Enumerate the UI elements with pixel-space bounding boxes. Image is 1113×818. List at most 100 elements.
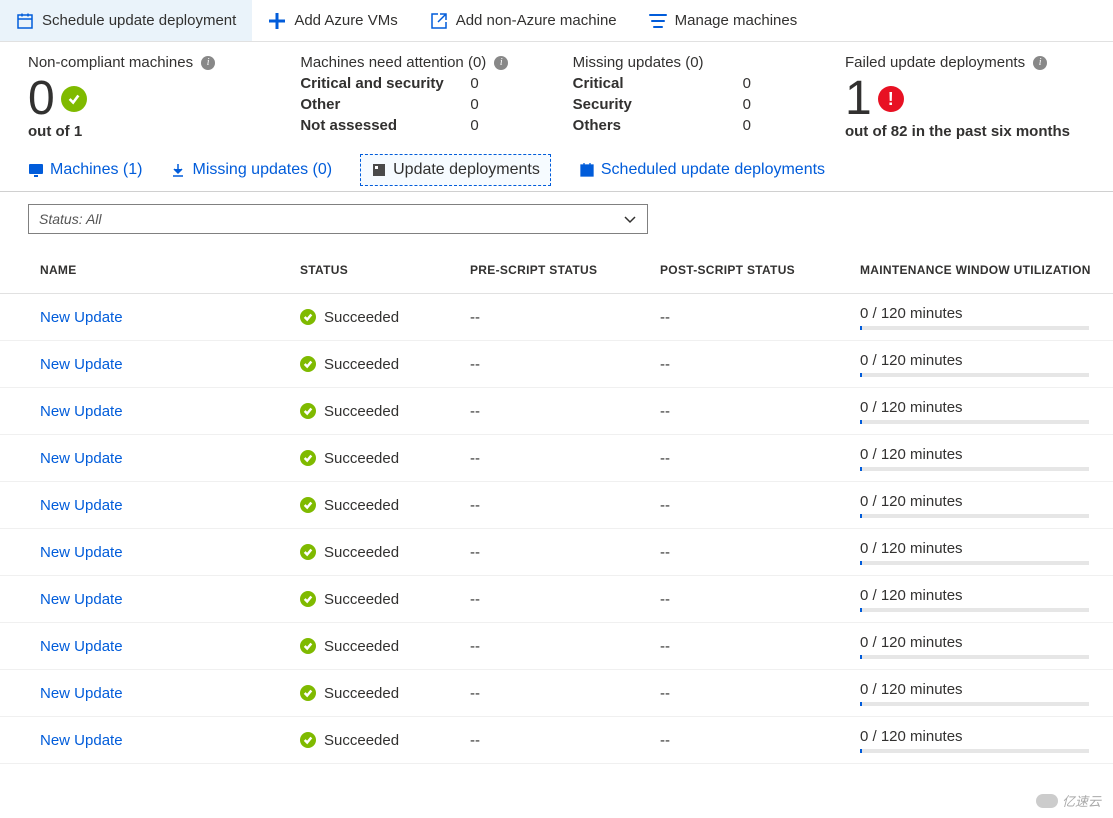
pre-script-cell: -- — [470, 732, 660, 749]
table-header: NAME STATUS PRE-SCRIPT STATUS POST-SCRIP… — [0, 246, 1113, 294]
status-text: Succeeded — [324, 638, 399, 655]
table-row[interactable]: New UpdateSucceeded----0 / 120 minutes — [0, 670, 1113, 717]
success-badge-icon — [61, 86, 87, 112]
col-name[interactable]: NAME — [40, 263, 300, 277]
missing-block: Missing updates (0) Critical0Security0Ot… — [573, 54, 845, 140]
table-row[interactable]: New UpdateSucceeded----0 / 120 minutes — [0, 529, 1113, 576]
maintenance-text: 0 / 120 minutes — [860, 399, 1089, 416]
post-script-cell: -- — [660, 356, 860, 373]
watermark-text: 亿速云 — [1062, 791, 1101, 810]
noncompliant-block: Non-compliant machinesi 0 out of 1 — [28, 54, 300, 140]
status-cell: Succeeded — [300, 732, 470, 749]
attention-label: Machines need attention (0) — [300, 54, 486, 71]
stat-value: 0 — [470, 75, 510, 92]
status-cell: Succeeded — [300, 497, 470, 514]
table-row[interactable]: New UpdateSucceeded----0 / 120 minutes — [0, 576, 1113, 623]
stat-key: Other — [300, 96, 470, 113]
manage-machines-label: Manage machines — [675, 12, 798, 29]
noncompliant-label: Non-compliant machines — [28, 54, 193, 71]
progress-bar — [860, 749, 1089, 753]
tab-missing-label: Missing updates (0) — [192, 161, 332, 179]
schedule-deployment-label: Schedule update deployment — [42, 12, 236, 29]
deployment-name-link[interactable]: New Update — [40, 638, 300, 655]
missing-grid: Critical0Security0Others0 — [573, 75, 845, 134]
deployment-name-link[interactable]: New Update — [40, 685, 300, 702]
plus-icon — [268, 12, 286, 30]
stat-value: 0 — [470, 117, 510, 134]
success-icon — [300, 685, 316, 701]
col-pre[interactable]: PRE-SCRIPT STATUS — [470, 263, 660, 277]
tab-missing[interactable]: Missing updates (0) — [170, 154, 332, 186]
table-row[interactable]: New UpdateSucceeded----0 / 120 minutes — [0, 717, 1113, 764]
deployment-name-link[interactable]: New Update — [40, 356, 300, 373]
maintenance-text: 0 / 120 minutes — [860, 634, 1089, 651]
manage-machines-button[interactable]: Manage machines — [633, 0, 814, 41]
tab-deployments-label: Update deployments — [393, 161, 540, 179]
info-icon[interactable]: i — [1033, 56, 1047, 70]
deployment-name-link[interactable]: New Update — [40, 450, 300, 467]
add-azure-vms-button[interactable]: Add Azure VMs — [252, 0, 413, 41]
maintenance-text: 0 / 120 minutes — [860, 493, 1089, 510]
col-post[interactable]: POST-SCRIPT STATUS — [660, 263, 860, 277]
deployment-name-link[interactable]: New Update — [40, 591, 300, 608]
tab-scheduled-label: Scheduled update deployments — [601, 161, 825, 179]
cloud-icon — [1036, 794, 1058, 808]
tab-machines[interactable]: Machines (1) — [28, 154, 142, 186]
table-row[interactable]: New UpdateSucceeded----0 / 120 minutes — [0, 294, 1113, 341]
status-text: Succeeded — [324, 309, 399, 326]
status-text: Succeeded — [324, 497, 399, 514]
missing-label: Missing updates (0) — [573, 54, 704, 71]
status-cell: Succeeded — [300, 309, 470, 326]
post-script-cell: -- — [660, 497, 860, 514]
tab-deployments[interactable]: Update deployments — [360, 154, 551, 186]
schedule-deployment-button[interactable]: Schedule update deployment — [0, 0, 252, 41]
deployment-name-link[interactable]: New Update — [40, 732, 300, 749]
info-icon[interactable]: i — [494, 56, 508, 70]
watermark: 亿速云 — [1036, 791, 1101, 810]
progress-bar — [860, 326, 1089, 330]
success-icon — [300, 638, 316, 654]
error-badge-icon — [878, 86, 904, 112]
info-icon[interactable]: i — [201, 56, 215, 70]
maintenance-cell: 0 / 120 minutes — [860, 728, 1101, 753]
table-row[interactable]: New UpdateSucceeded----0 / 120 minutes — [0, 435, 1113, 482]
post-script-cell: -- — [660, 732, 860, 749]
success-icon — [300, 732, 316, 748]
status-filter-dropdown[interactable]: Status: All — [28, 204, 648, 234]
add-azure-vms-label: Add Azure VMs — [294, 12, 397, 29]
table-row[interactable]: New UpdateSucceeded----0 / 120 minutes — [0, 623, 1113, 670]
table-row[interactable]: New UpdateSucceeded----0 / 120 minutes — [0, 482, 1113, 529]
attention-block: Machines need attention (0) i Critical an… — [300, 54, 572, 140]
table-row[interactable]: New UpdateSucceeded----0 / 120 minutes — [0, 341, 1113, 388]
maintenance-cell: 0 / 120 minutes — [860, 305, 1101, 330]
add-non-azure-button[interactable]: Add non-Azure machine — [414, 0, 633, 41]
deployment-name-link[interactable]: New Update — [40, 403, 300, 420]
table-row[interactable]: New UpdateSucceeded----0 / 120 minutes — [0, 388, 1113, 435]
col-maint[interactable]: MAINTENANCE WINDOW UTILIZATION — [860, 263, 1101, 277]
noncompliant-value: 0 — [28, 75, 55, 123]
status-cell: Succeeded — [300, 450, 470, 467]
col-status[interactable]: STATUS — [300, 263, 470, 277]
progress-bar — [860, 373, 1089, 377]
deployment-name-link[interactable]: New Update — [40, 544, 300, 561]
attention-grid: Critical and security0Other0Not assessed… — [300, 75, 572, 134]
maintenance-text: 0 / 120 minutes — [860, 728, 1089, 745]
progress-bar — [860, 467, 1089, 471]
post-script-cell: -- — [660, 544, 860, 561]
pre-script-cell: -- — [470, 685, 660, 702]
status-text: Succeeded — [324, 685, 399, 702]
stat-key: Critical and security — [300, 75, 470, 92]
progress-bar — [860, 655, 1089, 659]
status-text: Succeeded — [324, 450, 399, 467]
calendar-icon — [16, 12, 34, 30]
stat-key: Critical — [573, 75, 743, 92]
success-icon — [300, 497, 316, 513]
stats-row: Non-compliant machinesi 0 out of 1 Machi… — [0, 42, 1113, 148]
deployment-name-link[interactable]: New Update — [40, 497, 300, 514]
tab-scheduled[interactable]: Scheduled update deployments — [579, 154, 825, 186]
stat-value: 0 — [743, 75, 783, 92]
maintenance-cell: 0 / 120 minutes — [860, 587, 1101, 612]
failed-block: Failed update deploymentsi 1 out of 82 i… — [845, 54, 1085, 140]
post-script-cell: -- — [660, 591, 860, 608]
deployment-name-link[interactable]: New Update — [40, 309, 300, 326]
